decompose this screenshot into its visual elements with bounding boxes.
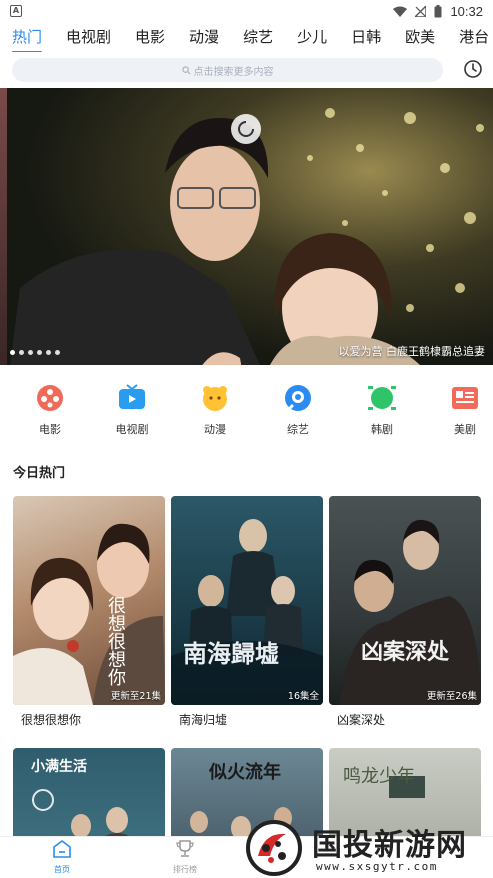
banner-caption: 以爱为营 白鹿王鹤棣霸总追妻	[338, 345, 486, 358]
quick-item-label: 韩剧	[371, 423, 393, 436]
quick-item-variety[interactable]: 综艺	[268, 384, 328, 437]
search-input[interactable]: 点击搜索更多内容	[12, 58, 443, 82]
watermark-logo	[246, 820, 302, 876]
tv-icon	[119, 384, 145, 409]
nav-label: 排行榜	[173, 865, 197, 874]
video-card[interactable]: 很想很想你 更新至21集 很想很想你	[13, 496, 165, 728]
episode-badge: 更新至21集	[110, 691, 161, 702]
video-title: 凶案深处	[337, 713, 386, 727]
video-card[interactable]: 小满生活	[13, 748, 165, 836]
poster-image: 凶案深处 更新至26集	[329, 496, 481, 705]
video-card[interactable]: 南海歸墟 16集全 南海归墟	[171, 496, 323, 728]
history-clock-icon[interactable]	[463, 59, 483, 79]
poster-title-art: 鸣龙少年	[343, 766, 415, 787]
banner-dot[interactable]	[10, 350, 15, 355]
film-reel-icon	[37, 385, 63, 411]
wifi-icon	[393, 6, 408, 17]
tab-tv-series[interactable]: 电视剧	[54, 23, 123, 51]
app-notification-icon: A	[10, 5, 22, 17]
no-signal-icon	[415, 5, 427, 17]
clock: 10:32	[450, 3, 483, 19]
episode-badge: 更新至26集	[426, 691, 477, 702]
korean-drama-icon	[368, 386, 396, 410]
loading-spinner-icon	[231, 114, 261, 144]
search-row: 点击搜索更多内容	[0, 56, 493, 84]
poster-title-art: 似火流年	[209, 762, 281, 783]
banner-pagination	[10, 350, 60, 355]
quick-item-korean-drama[interactable]: 韩剧	[352, 384, 412, 437]
variety-icon	[285, 385, 311, 412]
quick-categories: 电影 电视剧 动漫 综艺 韩剧 美剧	[0, 384, 493, 436]
video-card[interactable]: 凶案深处 更新至26集 凶案深处	[329, 496, 481, 728]
us-drama-icon	[452, 387, 478, 409]
tab-variety[interactable]: 综艺	[231, 23, 285, 51]
search-placeholder: 点击搜索更多内容	[193, 66, 274, 78]
previous-banner-peek	[0, 88, 7, 365]
nav-label: 首页	[54, 865, 70, 874]
banner-dot[interactable]	[19, 350, 24, 355]
poster-image: 很想很想你 更新至21集	[13, 496, 165, 705]
home-icon	[53, 840, 71, 858]
banner-dot[interactable]	[55, 350, 60, 355]
tab-anime[interactable]: 动漫	[177, 23, 231, 51]
nav-home[interactable]: 首页	[32, 840, 92, 875]
video-title: 南海归墟	[179, 713, 228, 727]
quick-item-label: 电视剧	[115, 423, 149, 436]
poster-art	[339, 519, 481, 705]
episode-badge: 16集全	[287, 691, 319, 702]
poster-title-art: 很想很想你	[105, 596, 126, 686]
anime-face-icon	[203, 386, 227, 411]
banner-dot[interactable]	[28, 350, 33, 355]
poster-image: 小满生活	[13, 748, 165, 836]
tab-japan-korea[interactable]: 日韩	[339, 23, 393, 51]
video-title: 很想很想你	[21, 713, 82, 727]
search-icon	[181, 65, 190, 74]
watermark-url: www.sxsgytr.com	[316, 860, 438, 873]
tab-hot[interactable]: 热门	[0, 23, 54, 52]
banner-dot[interactable]	[37, 350, 42, 355]
poster-art	[13, 523, 165, 705]
quick-item-label: 综艺	[287, 423, 309, 436]
quick-item-label: 动漫	[204, 423, 226, 436]
poster-title-art: 南海歸墟	[183, 639, 279, 668]
battery-icon	[434, 4, 442, 17]
watermark-text: 国投新游网	[312, 828, 467, 863]
tab-movies[interactable]: 电影	[123, 23, 177, 51]
status-bar: A 10:32	[0, 0, 493, 22]
tab-western[interactable]: 欧美	[393, 23, 447, 51]
poster-title-art: 凶案深处	[361, 639, 450, 665]
tab-hk-tw[interactable]: 港台	[447, 23, 493, 51]
section-title: 今日热门	[13, 466, 66, 481]
poster-image: 南海歸墟 16集全	[171, 496, 323, 705]
category-tabs: 热门 电视剧 电影 动漫 综艺 少儿 日韩 欧美 港台 纪录	[0, 22, 493, 52]
nav-ranking[interactable]: 排行榜	[155, 840, 215, 875]
quick-item-us-drama[interactable]: 美剧	[435, 384, 493, 437]
status-icons: 10:32	[393, 4, 483, 19]
quick-item-tv-series[interactable]: 电视剧	[102, 384, 162, 437]
banner-dot[interactable]	[46, 350, 51, 355]
quick-item-label: 美剧	[454, 423, 476, 436]
quick-item-movies[interactable]: 电影	[20, 384, 80, 437]
trophy-icon	[176, 840, 194, 857]
site-watermark: 国投新游网 www.sxsgytr.com	[244, 818, 493, 878]
quick-item-anime[interactable]: 动漫	[185, 384, 245, 437]
poster-title-art: 小满生活	[31, 759, 87, 775]
tab-kids[interactable]: 少儿	[285, 23, 339, 51]
quick-item-label: 电影	[39, 423, 61, 436]
featured-banner[interactable]: 以爱为营 白鹿王鹤棣霸总追妻	[0, 88, 493, 365]
poster-art	[171, 519, 323, 705]
